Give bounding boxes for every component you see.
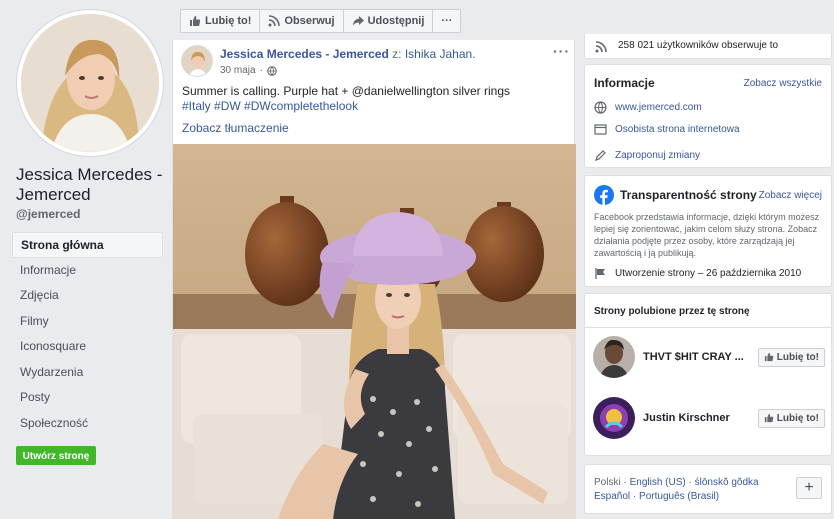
flag-icon: [595, 268, 605, 279]
nav-item-photos[interactable]: Zdjęcia: [12, 283, 163, 309]
liked-page-name[interactable]: THVT $HIT CRAY ...: [643, 351, 758, 363]
post-author-line: Jessica Mercedes - Jemerced z: Ishika Ja…: [220, 47, 476, 61]
current-language: Polski: [594, 477, 621, 488]
page-created-text: Utworzenie strony – 26 października 2010: [615, 268, 802, 279]
like-page-label: Lubię to!: [205, 15, 252, 27]
post-date[interactable]: 30 maja: [220, 65, 256, 76]
transparency-description: Facebook przedstawia informacje, dzięki …: [594, 212, 820, 258]
post-date-separator: ·: [259, 65, 263, 76]
liked-page-name[interactable]: Justin Kirschner: [643, 412, 758, 424]
nav-item-posts[interactable]: Posty: [12, 385, 163, 411]
facebook-logo-icon: [594, 185, 614, 205]
liked-page-avatar[interactable]: [593, 336, 635, 378]
transparency-card: Transparentność strony Zobacz więcej Fac…: [584, 175, 832, 287]
liked-pages-title: Strony polubione przez tę stronę: [594, 306, 750, 317]
language-separator: ·: [688, 477, 692, 488]
liked-page-row: Justin Kirschner Lubię to!: [593, 397, 825, 439]
share-arrow-icon: [352, 16, 364, 26]
browser-window-icon: [594, 124, 607, 135]
page-title: Jessica Mercedes - Jemerced: [16, 165, 163, 204]
nav-item-community[interactable]: Społeczność: [12, 411, 163, 437]
liked-page-avatar[interactable]: [593, 397, 635, 439]
post-author-avatar[interactable]: [181, 45, 213, 77]
language-english-link[interactable]: English (US): [630, 477, 686, 488]
see-all-info-link[interactable]: Zobacz wszystkie: [744, 78, 822, 89]
share-page-button[interactable]: Udostępnij: [344, 10, 434, 32]
post-more-button[interactable]: ···: [553, 43, 570, 59]
suggest-edits-link[interactable]: Zaproponuj zmiany: [615, 150, 700, 161]
language-row-2: Español · Português (Brasil): [594, 491, 719, 502]
transparency-title: Transparentność strony: [620, 188, 757, 202]
post-timestamp-row: 30 maja ·: [220, 65, 277, 76]
post-via-prefix: z:: [392, 47, 402, 61]
post-text: Summer is calling. Purple hat + @danielw…: [182, 84, 510, 98]
page-created-row: Utworzenie strony – 26 października 2010: [594, 267, 801, 280]
nav-item-videos[interactable]: Filmy: [12, 309, 163, 335]
see-translation-link[interactable]: Zobacz tłumaczenie: [182, 121, 289, 135]
language-portuguese-link[interactable]: Português (Brasil): [639, 491, 719, 502]
like-liked-page-button[interactable]: Lubię to!: [757, 408, 825, 428]
liked-page-row: THVT $HIT CRAY ... Lubię to!: [593, 336, 825, 378]
create-page-button[interactable]: Utwórz stronę: [16, 446, 96, 465]
nav-item-iconosquare[interactable]: Iconosquare: [12, 334, 163, 360]
post-author-name[interactable]: Jessica Mercedes - Jemerced: [220, 47, 389, 61]
category-row: Osobista strona internetowa: [594, 123, 740, 136]
thumbs-up-icon: [190, 16, 201, 26]
share-page-label: Udostępnij: [367, 15, 425, 27]
post-card: Jessica Mercedes - Jemerced z: Ishika Ja…: [172, 40, 576, 519]
suggest-edits-row: Zaproponuj zmiany: [594, 149, 700, 162]
language-separator: ·: [632, 491, 637, 502]
thumbs-up-icon: [764, 413, 774, 423]
info-card: Informacje Zobacz wszystkie www.jemerced…: [584, 64, 832, 168]
rss-icon: [595, 41, 607, 53]
thumbs-up-icon: [764, 352, 774, 362]
profile-picture[interactable]: [21, 14, 159, 152]
language-card: Polski · English (US) · ślōnskŏ gŏdka Es…: [584, 464, 832, 514]
language-row-1: Polski · English (US) · ślōnskŏ gŏdka: [594, 477, 759, 488]
divider: [585, 327, 831, 328]
nav-item-events[interactable]: Wydarzenia: [12, 360, 163, 386]
follow-page-button[interactable]: Obserwuj: [260, 10, 344, 32]
left-column: Jessica Mercedes - Jemerced @jemerced St…: [0, 0, 172, 519]
nav-item-home[interactable]: Strona główna: [12, 232, 163, 258]
more-languages-button[interactable]: +: [796, 477, 822, 499]
followers-count: 258 021 użytkowników obserwuje to: [618, 40, 779, 51]
like-liked-page-button[interactable]: Lubię to!: [757, 347, 825, 367]
rss-icon: [268, 15, 281, 27]
more-options-button[interactable]: ···: [433, 10, 460, 32]
page-navigation: Strona główna Informacje Zdjęcia Filmy I…: [12, 232, 163, 436]
post-hashtags[interactable]: #Italy #DW #DWcompletethelook: [182, 99, 358, 113]
like-button-label: Lubię to!: [776, 351, 819, 363]
like-button-label: Lubię to!: [776, 412, 819, 424]
info-title: Informacje: [594, 76, 655, 90]
language-spanish-link[interactable]: Español: [594, 491, 630, 502]
follow-page-label: Obserwuj: [284, 15, 335, 27]
like-page-button[interactable]: Lubię to!: [181, 10, 261, 32]
transparency-see-more-link[interactable]: Zobacz więcej: [759, 190, 822, 201]
website-link[interactable]: www.jemerced.com: [615, 102, 702, 113]
post-photo[interactable]: [173, 144, 576, 519]
pencil-icon: [595, 150, 606, 161]
post-via-name[interactable]: Ishika Jahan.: [405, 47, 476, 61]
globe-icon: [594, 101, 607, 114]
language-silesian-link[interactable]: ślōnskŏ gŏdka: [695, 477, 759, 488]
website-row: www.jemerced.com: [594, 101, 702, 114]
nav-item-about[interactable]: Informacje: [12, 258, 163, 284]
page-action-bar: Lubię to! Obserwuj Udostępnij ···: [180, 9, 462, 33]
category-link[interactable]: Osobista strona internetowa: [615, 124, 740, 135]
page-username[interactable]: @jemerced: [16, 207, 80, 221]
language-separator: ·: [623, 477, 627, 488]
globe-icon: [267, 65, 277, 76]
liked-pages-card: Strony polubione przez tę stronę THVT $H…: [584, 293, 832, 456]
followers-card: 258 021 użytkowników obserwuje to: [584, 34, 832, 59]
more-options-label: ···: [441, 15, 453, 27]
profile-picture-frame[interactable]: [17, 10, 163, 156]
